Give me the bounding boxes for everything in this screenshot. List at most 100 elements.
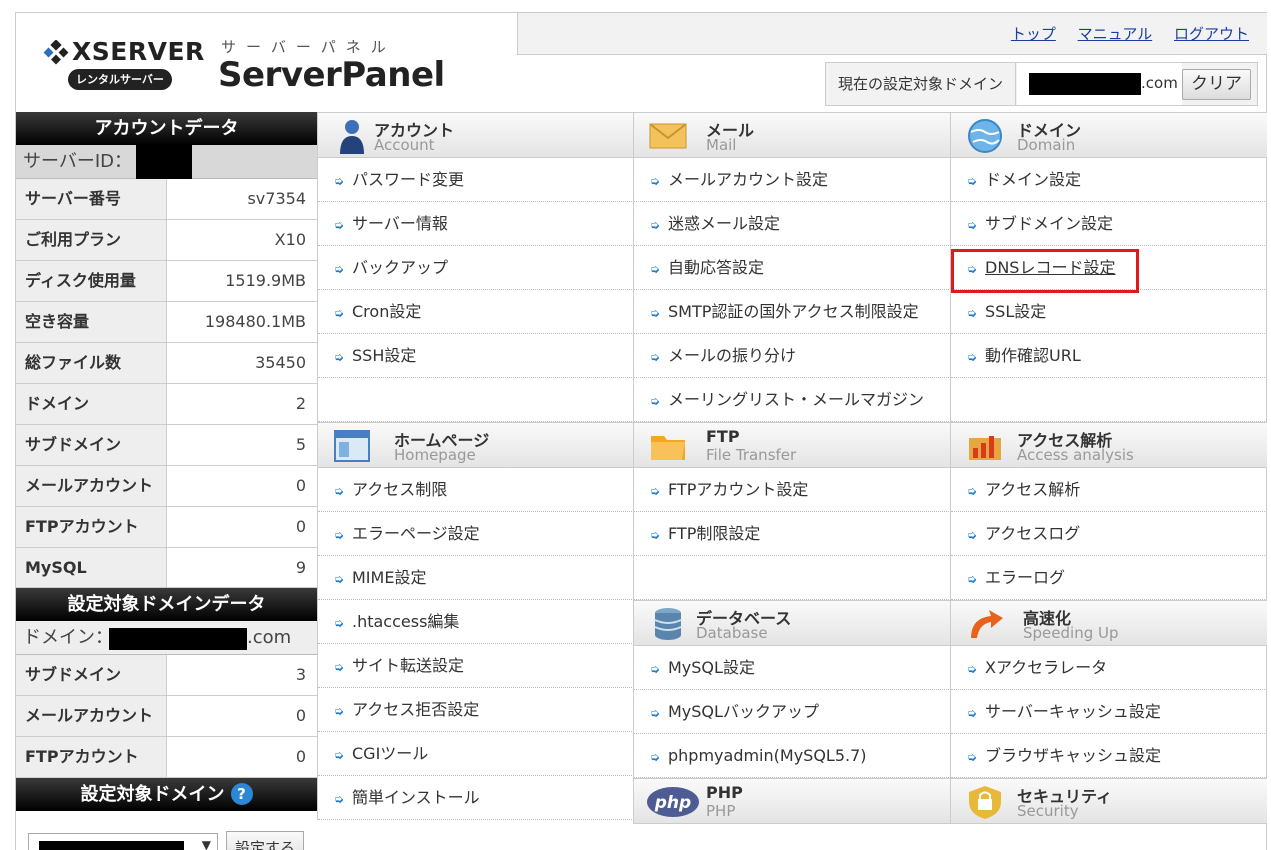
arrow-icon: ➭ (967, 528, 978, 542)
stat-value: 9 (295, 558, 306, 577)
menu-item[interactable]: ➭ 簡単インストール (318, 776, 634, 820)
arrow-icon: ➭ (650, 528, 661, 542)
arrow-icon: ➭ (967, 750, 978, 764)
homepage-section-icon (332, 428, 372, 464)
stat-label: 空き容量 (16, 302, 167, 342)
brand-name: XSERVER (72, 37, 205, 66)
menu-item-label: Cron設定 (352, 302, 422, 321)
menu-item[interactable]: ➭ MySQLバックアップ (634, 690, 951, 734)
stat-row: サブドメイン 5 (16, 425, 317, 466)
menu-item[interactable]: ➭ アクセス拒否設定 (318, 688, 634, 732)
arrow-icon: ➭ (650, 706, 661, 720)
stat-label: ドメイン (16, 384, 167, 424)
menu-item[interactable]: ➭ SSH設定 (318, 334, 634, 378)
stat-row: FTPアカウント 0 (16, 507, 317, 548)
security-section-icon (965, 784, 1005, 820)
menu-item[interactable]: ➭ 迷惑メール設定 (634, 202, 951, 246)
section-header-mail: メール Mail (634, 112, 951, 158)
arrow-icon: ➭ (650, 218, 661, 232)
menu-item[interactable]: ➭ 自動応答設定 (634, 246, 951, 290)
menu-item[interactable]: ➭ メールアカウント設定 (634, 158, 951, 202)
domain-tld: .com (247, 627, 292, 648)
menu-item[interactable]: ➭ エラーページ設定 (318, 512, 634, 556)
menu-item[interactable]: ➭ MIME設定 (318, 556, 634, 600)
stat-value: sv7354 (247, 189, 306, 208)
menu-item[interactable]: ➭ 動作確認URL (951, 334, 1267, 378)
menu-item[interactable]: ➭ サブドメイン設定 (951, 202, 1267, 246)
domain-tld: .com (1141, 74, 1178, 92)
stat-value: 0 (295, 747, 306, 766)
menu-item[interactable]: ➭ パスワード変更 (318, 158, 634, 202)
arrow-icon: ➭ (967, 350, 978, 364)
menu-item-label: Xアクセラレータ (985, 658, 1108, 677)
stat-value: 35450 (255, 353, 306, 372)
stat-label: ディスク使用量 (16, 261, 167, 301)
menu-item[interactable]: ➭ SMTP認証の国外アクセス制限設定 (634, 290, 951, 334)
domain-select[interactable]: ▼ (28, 833, 218, 850)
arrow-icon: ➭ (334, 262, 345, 276)
empty-cell (951, 378, 1267, 422)
menu-item[interactable]: ➭ サーバーキャッシュ設定 (951, 690, 1267, 734)
arrow-icon: ➭ (967, 218, 978, 232)
stat-value: 5 (295, 435, 306, 454)
menu-item[interactable]: ➭ アクセス制限 (318, 468, 634, 512)
menu-column-2: メール Mail ➭ メールアカウント設定 ➭ 迷惑メール設定 ➭ 自動応答設定 ➭ SMTP認証… (633, 112, 951, 824)
menu-item[interactable]: ➭ Xアクセラレータ (951, 646, 1267, 690)
menu-item[interactable]: ➭ FTP制限設定 (634, 512, 951, 556)
arrow-icon: ➭ (967, 706, 978, 720)
menu-column-3: ドメイン Domain ➭ ドメイン設定 ➭ サブドメイン設定 ➭ DNSレコード設定 ➭ SSL… (950, 112, 1267, 824)
arrow-icon: ➭ (334, 350, 345, 364)
menu-item-label: FTP制限設定 (668, 524, 761, 543)
section-subtitle: Database (696, 624, 768, 642)
section-subtitle: Access analysis (1017, 446, 1134, 464)
php-section-icon: php (646, 784, 700, 820)
help-icon[interactable]: ? (230, 783, 253, 805)
menu-item[interactable]: ➭ サーバー情報 (318, 202, 634, 246)
menu-item-label: アクセス解析 (985, 480, 1081, 499)
logout-link[interactable]: ログアウト (1174, 25, 1249, 43)
menu-item[interactable]: ➭ サイト転送設定 (318, 644, 634, 688)
menu-item[interactable]: ➭ FTPアカウント設定 (634, 468, 951, 512)
menu-item[interactable]: ➭ ドメイン設定 (951, 158, 1267, 202)
arrow-icon: ➭ (334, 616, 345, 630)
top-link[interactable]: トップ (1011, 25, 1056, 43)
section-subtitle: Domain (1017, 136, 1076, 154)
menu-item[interactable]: ➭ バックアップ (318, 246, 634, 290)
menu-item[interactable]: ➭ MySQL設定 (634, 646, 951, 690)
menu-item-label: MySQL設定 (668, 658, 755, 677)
stat-row: メールアカウント 0 (16, 466, 317, 507)
menu-item[interactable]: ➭ phpmyadmin(MySQL5.7) (634, 734, 951, 778)
menu-item[interactable]: ➭ メーリングリスト・メールマガジン (634, 378, 951, 422)
menu-item-label: パスワード変更 (352, 170, 465, 189)
xserver-diamond-icon (43, 40, 69, 65)
menu-item[interactable]: ➭ Cron設定 (318, 290, 634, 334)
menu-item[interactable]: ➭ CGIツール (318, 732, 634, 776)
stat-row: 総ファイル数 35450 (16, 343, 317, 384)
menu-item[interactable]: ➭ アクセスログ (951, 512, 1267, 556)
stat-label: ご利用プラン (16, 220, 167, 260)
menu-item-label: .htaccess編集 (352, 612, 460, 631)
server-id-label: サーバーID： (23, 151, 132, 172)
menu-item-label: SSH設定 (352, 346, 417, 365)
manual-link[interactable]: マニュアル (1078, 25, 1153, 43)
set-domain-button[interactable]: 設定する (226, 831, 304, 850)
section-header-access: アクセス解析 Access analysis (951, 422, 1267, 468)
stat-value: 1519.9MB (225, 271, 306, 290)
domain-select-heading: 設定対象ドメイン? (16, 778, 317, 811)
menu-item[interactable]: ➭ SSL設定 (951, 290, 1267, 334)
menu-item[interactable]: ➭ ブラウザキャッシュ設定 (951, 734, 1267, 778)
menu-item-label: MySQLバックアップ (668, 702, 819, 721)
menu-item[interactable]: ➭ メールの振り分け (634, 334, 951, 378)
arrow-icon: ➭ (334, 572, 345, 586)
menu-item[interactable]: ➭ アクセス解析 (951, 468, 1267, 512)
stat-value: 3 (295, 665, 306, 684)
panel-kana: サーバーパネル (221, 38, 396, 56)
menu-item[interactable]: ➭ エラーログ (951, 556, 1267, 600)
clear-button[interactable]: クリア (1182, 69, 1251, 100)
arrow-icon: ➭ (334, 484, 345, 498)
current-domain-value: .com (1017, 63, 1182, 105)
current-domain-bar: 現在の設定対象ドメイン .com クリア (825, 62, 1258, 106)
menu-item[interactable]: ➭ .htaccess編集 (318, 600, 634, 644)
domain-data-heading: 設定対象ドメインデータ (16, 588, 317, 621)
menu-item-label: アクセス制限 (352, 480, 448, 499)
